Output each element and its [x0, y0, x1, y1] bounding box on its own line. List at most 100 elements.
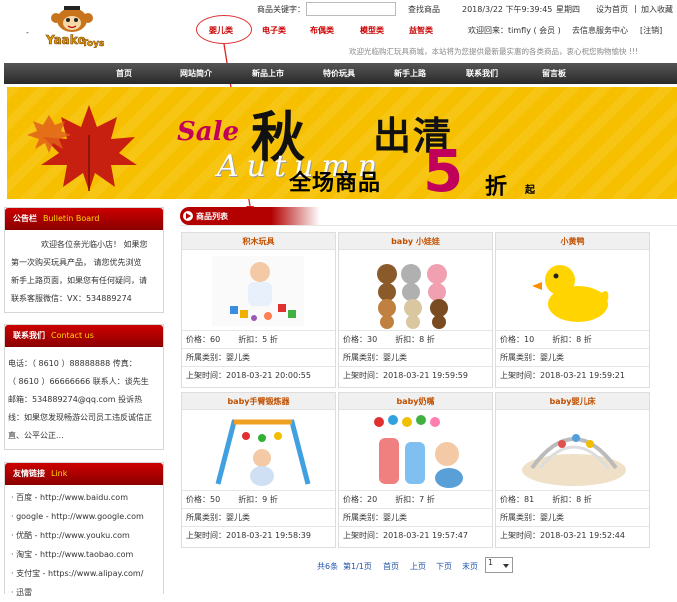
product-name[interactable]: baby手臂锻炼器 [182, 393, 335, 410]
links-title: 友情链接 [13, 469, 45, 478]
price-text: 价格：10 [500, 335, 535, 344]
discount-text: 折扣：8 折 [395, 335, 435, 344]
product-category: 所属类别：婴儿类 [496, 348, 649, 366]
page-select-value: 1 [488, 558, 494, 567]
nav-contact[interactable]: 联系我们 [466, 63, 498, 84]
product-card[interactable]: 小黄鸭 价格：10 折扣：8 折 所属类别：婴儿类 上架时间：2018-03-21… [495, 232, 650, 388]
pager-total: 共6条 [317, 562, 339, 571]
contact-header: 联系我们 Contact us [5, 325, 163, 347]
pager-next[interactable]: 下页 [436, 561, 452, 572]
info-center-link[interactable]: 去信息服务中心 [572, 25, 628, 36]
product-image-arm-trainer[interactable] [182, 410, 335, 490]
product-time: 上架时间：2018-03-21 19:59:21 [496, 366, 649, 384]
bulletin-line: 欢迎各位亲光临小店！ 如果您 [41, 240, 148, 249]
nav-guestbook[interactable]: 留言板 [542, 63, 566, 84]
contact-line: （ 8610 ）66666666 联系人：谈先生 [8, 377, 149, 386]
product-image-plush-toys[interactable] [339, 250, 492, 330]
product-category: 所属类别：婴儿类 [182, 348, 335, 366]
product-image-rubber-duck[interactable] [496, 250, 649, 330]
product-category: 所属类别：婴儿类 [339, 348, 492, 366]
nav-home[interactable]: 首页 [116, 63, 132, 84]
site-logo[interactable]: Yaako Toys [38, 6, 108, 49]
product-time: 上架时间：2018-03-21 20:00:55 [182, 366, 335, 384]
friend-link-xunlei[interactable]: · 迅雷 [11, 583, 163, 602]
pager-prev[interactable]: 上页 [410, 561, 426, 572]
category-link-model[interactable]: 模型类 [360, 25, 384, 36]
product-name[interactable]: baby 小娃娃 [339, 233, 492, 250]
svg-text:Yaako: Yaako [45, 33, 86, 47]
nav-special-offers[interactable]: 特价玩具 [323, 63, 355, 84]
product-card[interactable]: baby婴儿床 价格：81 折扣：8 折 所属类别：婴儿类 上架时间：2018-0… [495, 392, 650, 548]
product-price: 价格：50 折扣：9 折 [182, 490, 335, 508]
datetime-text: 2018/3/22 下午9:39:45 [462, 5, 553, 14]
header-separator: | [634, 4, 637, 13]
product-time: 上架时间：2018-03-21 19:52:44 [496, 526, 649, 544]
nav-new-arrivals[interactable]: 新品上市 [252, 63, 284, 84]
product-category: 所属类别：婴儿类 [496, 508, 649, 526]
contact-line: 直、公平公正... [8, 431, 64, 440]
pager-last[interactable]: 末页 [462, 561, 478, 572]
product-name[interactable]: 积木玩具 [182, 233, 335, 250]
price-text: 价格：50 [186, 495, 221, 504]
contact-subtitle: Contact us [51, 331, 94, 340]
product-list-title: 商品列表 [196, 212, 228, 221]
banner-five-text: 5 [423, 137, 464, 199]
category-link-doll[interactable]: 布偶类 [310, 25, 334, 36]
product-category: 所属类别：婴儿类 [339, 508, 492, 526]
logout-link[interactable]: [注销] [640, 25, 662, 36]
bulletin-content: 欢迎各位亲光临小店！ 如果您 第一次购买玩具产品， 请您优先浏览 新手上路页面，… [5, 230, 163, 308]
category-link-puzzle[interactable]: 益智类 [409, 25, 433, 36]
product-list-header: 商品列表 [180, 207, 320, 225]
product-name[interactable]: 小黄鸭 [496, 233, 649, 250]
price-text: 价格：20 [343, 495, 378, 504]
friend-link-baidu[interactable]: · 百度 - http://www.baidu.com [11, 488, 163, 507]
search-label: 商品关键字： [257, 5, 305, 14]
category-link-electronic[interactable]: 电子类 [262, 25, 286, 36]
links-subtitle: Link [51, 469, 68, 478]
product-name[interactable]: baby婴儿床 [496, 393, 649, 410]
product-category: 所属类别：婴儿类 [182, 508, 335, 526]
friend-link-taobao[interactable]: · 淘宝 - http://www.taobao.com [11, 545, 163, 564]
product-image-blocks-toy[interactable] [182, 250, 335, 330]
discount-text: 折扣：8 折 [552, 335, 592, 344]
links-header: 友情链接 Link [5, 463, 163, 485]
search-input[interactable] [306, 2, 396, 16]
pager-first[interactable]: 首页 [383, 561, 399, 572]
product-price: 价格：60 折扣：5 折 [182, 330, 335, 348]
bulletin-title: 公告栏 [13, 214, 37, 223]
product-card[interactable]: baby手臂锻炼器 价格：50 折扣：9 折 所属类别：婴儿类 上架时间：2018… [181, 392, 336, 548]
price-text: 价格：30 [343, 335, 378, 344]
welcome-text: 欢迎回来：timfly ( 会员 ) [468, 26, 561, 35]
banner-qi-text: 起 [525, 185, 535, 196]
product-price: 价格：30 折扣：8 折 [339, 330, 492, 348]
product-card[interactable]: 积木玩具 价格：60 折扣：5 折 所属类别：婴儿类 上架时间：2018-03-2… [181, 232, 336, 388]
category-link-baby[interactable]: 婴儿类 [209, 25, 233, 36]
bulletin-line: 第一次购买玩具产品， 请您优先浏览 [11, 258, 142, 267]
friend-link-alipay[interactable]: · 支付宝 - https://www.alipay.com/ [11, 564, 163, 583]
bulletin-header: 公告栏 Bulletin Board [5, 208, 163, 230]
friend-link-google[interactable]: · google - http://www.google.com [11, 507, 163, 526]
banner-sale-text: Sale [177, 117, 240, 147]
promo-banner[interactable]: Sale 秋 出清 Autumn 全场商品 5 折 起 [7, 87, 677, 199]
contact-line: 电话：（ 8610 ）88888888 传真： [8, 359, 137, 368]
product-name[interactable]: baby奶嘴 [339, 393, 492, 410]
product-image-baby-bed[interactable] [496, 410, 649, 490]
search-button[interactable]: 查找商品 [408, 4, 440, 15]
nav-beginners-guide[interactable]: 新手上路 [394, 63, 426, 84]
contact-line: 线：如果您发现畅游公司员工违反诚信正 [8, 413, 152, 422]
discount-text: 折扣：8 折 [552, 495, 592, 504]
banner-whole-store-text: 全场商品 [289, 171, 382, 196]
product-card[interactable]: baby奶嘴 价格：20 折扣：7 折 所属类别：婴儿类 上架时间：2018-03… [338, 392, 493, 548]
product-price: 价格：20 折扣：7 折 [339, 490, 492, 508]
product-header-divider [180, 225, 677, 226]
header-dash: - [26, 28, 29, 37]
product-image-pacifiers[interactable] [339, 410, 492, 490]
page-select[interactable]: 1 [485, 557, 513, 573]
price-text: 价格：81 [500, 495, 535, 504]
product-card[interactable]: baby 小娃娃 价格：30 折扣：8 折 所属类别：婴儿类 上架时间：2018-… [338, 232, 493, 388]
nav-about[interactable]: 网站简介 [180, 63, 212, 84]
contact-box: 联系我们 Contact us 电话：（ 8610 ）88888888 传真： （… [4, 324, 164, 450]
friend-link-youku[interactable]: · 优酷 - http://www.youku.com [11, 526, 163, 545]
add-favorite-link[interactable]: 加入收藏 [641, 4, 673, 15]
set-home-link[interactable]: 设为首页 [596, 4, 628, 15]
